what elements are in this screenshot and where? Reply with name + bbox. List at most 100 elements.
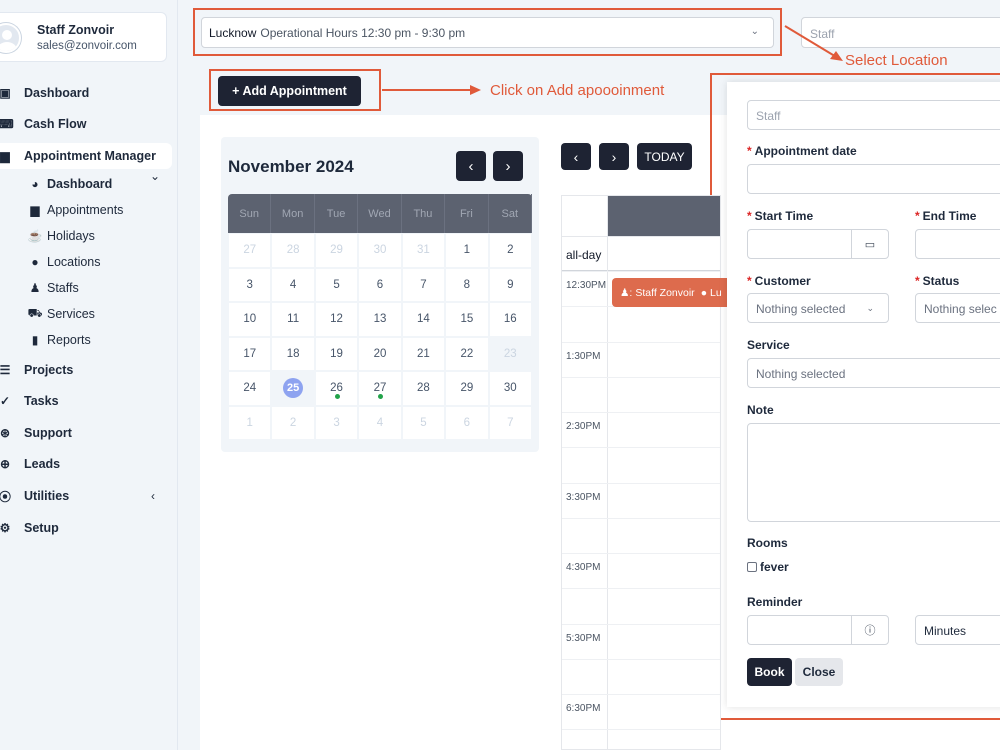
- calendar-day[interactable]: 23: [488, 336, 532, 371]
- book-button[interactable]: Book: [747, 658, 792, 686]
- calendar-day[interactable]: 19: [314, 336, 359, 371]
- chevron-right-icon: ›: [505, 157, 511, 175]
- calendar-day[interactable]: 4: [271, 267, 315, 302]
- sidebar-item-support[interactable]: ⊛ Support: [0, 420, 172, 446]
- calendar-day[interactable]: 29: [314, 233, 359, 268]
- calendar-day[interactable]: 2: [488, 233, 532, 268]
- calendar-picker-button[interactable]: ▭: [851, 229, 889, 259]
- calendar-day[interactable]: 18: [271, 336, 315, 371]
- calendar-event[interactable]: ♟: Staff Zonvoir ● Lu: [612, 278, 732, 307]
- calendar-day[interactable]: 11: [271, 302, 315, 337]
- calendar-day[interactable]: 27: [358, 371, 402, 406]
- submenu-item-appointments[interactable]: ▆ Appointments: [28, 199, 123, 221]
- calendar-day[interactable]: 20: [358, 336, 402, 371]
- service-select[interactable]: Nothing selected: [747, 358, 1000, 388]
- chevron-down-icon[interactable]: ⌄: [150, 169, 160, 183]
- calendar-day[interactable]: 7: [488, 405, 532, 440]
- calendar-day[interactable]: 5: [314, 267, 359, 302]
- calendar-day[interactable]: 14: [401, 302, 446, 337]
- calendar-day[interactable]: 9: [488, 267, 532, 302]
- time-slot[interactable]: [562, 729, 720, 749]
- checkbox[interactable]: [747, 562, 757, 572]
- calendar-day[interactable]: 30: [358, 233, 402, 268]
- submenu-item-services[interactable]: ⛟ Services: [27, 303, 94, 325]
- all-day-row[interactable]: all-day: [562, 236, 720, 271]
- calendar-next-button[interactable]: ›: [599, 143, 629, 170]
- sidebar-item-utilities[interactable]: ⦿ Utilities: [0, 483, 172, 509]
- calendar-day[interactable]: 16: [488, 302, 532, 337]
- time-slot[interactable]: [562, 447, 720, 482]
- sidebar-item-setup[interactable]: ⚙ Setup: [0, 515, 172, 541]
- calendar-day[interactable]: 1: [228, 405, 272, 440]
- calendar-day[interactable]: 22: [445, 336, 489, 371]
- calendar-day[interactable]: 13: [358, 302, 402, 337]
- calendar-day[interactable]: 30: [488, 371, 532, 406]
- status-select[interactable]: Nothing selec: [915, 293, 1000, 323]
- calendar-day[interactable]: 8: [445, 267, 489, 302]
- calendar-day[interactable]: 25: [271, 371, 315, 406]
- sidebar-item-cash-flow[interactable]: ⌨ Cash Flow: [0, 111, 172, 137]
- mini-next-button[interactable]: ›: [493, 151, 523, 181]
- staff-input[interactable]: Staff: [747, 100, 1000, 130]
- time-slot[interactable]: 4:30PM: [562, 553, 720, 588]
- calendar-day[interactable]: 24: [228, 371, 272, 406]
- time-slot[interactable]: [562, 658, 720, 694]
- calendar-day[interactable]: 10: [228, 302, 272, 337]
- today-button[interactable]: TODAY: [637, 143, 692, 170]
- mini-prev-button[interactable]: ‹: [456, 151, 486, 181]
- calendar-day[interactable]: 28: [271, 233, 315, 268]
- time-slot[interactable]: [562, 517, 720, 553]
- room-option-fever[interactable]: fever: [747, 560, 789, 574]
- sidebar-item-dashboard[interactable]: ▣ Dashboard: [0, 80, 172, 106]
- calendar-day[interactable]: 21: [401, 336, 446, 371]
- time-slot[interactable]: [562, 588, 720, 623]
- calendar-day[interactable]: 3: [228, 267, 272, 302]
- calendar-day[interactable]: 6: [358, 267, 402, 302]
- end-time-input[interactable]: [915, 229, 1000, 259]
- time-slot[interactable]: 6:30PM: [562, 694, 720, 729]
- customer-select[interactable]: Nothing selected ⌄: [747, 293, 889, 323]
- submenu-item-locations[interactable]: ● Locations: [28, 251, 100, 273]
- reminder-input[interactable]: [747, 615, 852, 645]
- submenu-item-staffs[interactable]: ♟ Staffs: [28, 277, 79, 299]
- chevron-left-icon[interactable]: ‹: [151, 489, 155, 503]
- start-time-input[interactable]: [747, 229, 852, 259]
- help-button[interactable]: ⓘ: [851, 615, 889, 645]
- note-textarea[interactable]: [747, 423, 1000, 522]
- calendar-day[interactable]: 27: [228, 233, 272, 268]
- time-slot[interactable]: 3:30PM: [562, 482, 720, 518]
- time-slot[interactable]: 2:30PM: [562, 412, 720, 447]
- calendar-day[interactable]: 2: [271, 405, 315, 440]
- calendar-day[interactable]: 12: [314, 302, 359, 337]
- submenu-item-reports[interactable]: ▮ Reports: [28, 329, 91, 351]
- sidebar-item-tasks[interactable]: ✓ Tasks: [0, 388, 172, 414]
- calendar-day[interactable]: 4: [358, 405, 402, 440]
- time-slot[interactable]: 5:30PM: [562, 623, 720, 659]
- add-appointment-button[interactable]: + Add Appointment: [218, 76, 361, 106]
- calendar-day[interactable]: 17: [228, 336, 272, 371]
- time-slot[interactable]: [562, 376, 720, 412]
- calendar-day[interactable]: 3: [314, 405, 359, 440]
- calendar-day[interactable]: 31: [401, 233, 446, 268]
- sidebar-item-leads[interactable]: ⊕ Leads: [0, 451, 172, 477]
- calendar-day[interactable]: 29: [445, 371, 489, 406]
- calendar-day[interactable]: 26: [314, 371, 359, 406]
- user-profile-card[interactable]: Staff Zonvoir sales@zonvoir.com: [0, 12, 167, 62]
- sidebar-item-appointment-manager[interactable]: ▆ Appointment Manager: [0, 143, 172, 169]
- appointment-date-input[interactable]: [747, 164, 1000, 194]
- calendar-prev-button[interactable]: ‹: [561, 143, 591, 170]
- calendar-day[interactable]: 28: [401, 371, 446, 406]
- calendar-day[interactable]: 1: [445, 233, 489, 268]
- calendar-day[interactable]: 15: [445, 302, 489, 337]
- calendar-day[interactable]: 5: [401, 405, 446, 440]
- calendar-day[interactable]: 6: [445, 405, 489, 440]
- time-slot[interactable]: [562, 306, 720, 341]
- sidebar-item-projects[interactable]: ☰ Projects: [0, 357, 172, 383]
- close-button[interactable]: Close: [795, 658, 843, 686]
- reminder-unit-select[interactable]: Minutes: [915, 615, 1000, 645]
- calendar-day[interactable]: 7: [401, 267, 446, 302]
- staff-select[interactable]: Staff: [801, 17, 1000, 48]
- submenu-item-holidays[interactable]: ☕ Holidays: [28, 225, 95, 247]
- submenu-item-dashboard[interactable]: ◕ Dashboard: [28, 173, 112, 195]
- time-slot[interactable]: 1:30PM: [562, 341, 720, 377]
